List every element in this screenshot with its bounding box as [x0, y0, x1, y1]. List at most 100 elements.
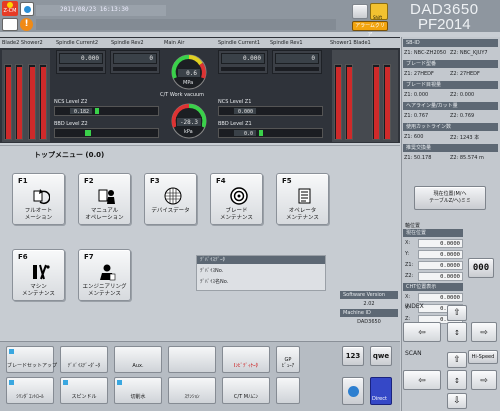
- blade2-bar: [4, 64, 12, 140]
- softkey-device-data[interactable]: ﾃﾞﾊﾞｲｽﾃﾞｰﾀﾞｰﾀ: [60, 346, 108, 373]
- softkey-blade-setup[interactable]: ブレードセットアップ: [6, 346, 57, 373]
- position-display-button[interactable]: 現在位置(M/ヘ テーブルZ/ヘ)ミミ: [414, 186, 486, 210]
- scan-up-button[interactable]: ⇧: [447, 352, 467, 368]
- softkey-gp-viewer[interactable]: GP ﾋﾞｭｰｱ: [276, 346, 300, 373]
- tile-f4-label: ブレード メンテナンス: [220, 208, 253, 221]
- softkey-7-label: ｼﾘﾝﾀﾞｺﾝﾄﾛｰﾙ: [16, 394, 44, 400]
- tile-device-data[interactable]: F3 デバイスデータ: [144, 173, 197, 225]
- count-z2: Z2: 1243 本: [450, 135, 480, 141]
- tile-f7-key: F7: [84, 253, 94, 261]
- spindle-rev1-header: Spindle Rev1: [270, 40, 303, 46]
- softkey-indicator[interactable]: Iﾝﾋﾞﾃﾞｨｹｰﾀ: [222, 346, 270, 373]
- softkey-ct-vacuum[interactable]: C/T Mﾉﾑﾆﾝ: [222, 377, 270, 404]
- tile-manual-operation[interactable]: F2 マニュアル オペレーション: [78, 173, 131, 225]
- hairline-z1: Z1: 0.767: [404, 113, 429, 119]
- index-left-button[interactable]: ⇦: [403, 322, 441, 342]
- blade-z2-id: Z2: NBC_KJUY7: [450, 50, 488, 56]
- refresh-cycle-icon: [33, 189, 50, 205]
- spindle-rev1-value: 0: [275, 53, 319, 64]
- blade1-bar-b: [383, 64, 391, 140]
- softkey-8-label: スピンドル: [71, 394, 97, 400]
- tile-f5-key: F5: [282, 177, 292, 185]
- index-up-button[interactable]: ⇧: [447, 305, 467, 321]
- scan-left-button[interactable]: ⇦: [403, 370, 441, 390]
- navigation-button[interactable]: [342, 377, 364, 405]
- softkey-spindle[interactable]: スピンドル: [60, 377, 108, 404]
- zcm-label: Z-CM: [3, 8, 17, 14]
- document-list-icon: [298, 188, 311, 204]
- tile-full-auto[interactable]: F1 フルオート メーション: [12, 173, 65, 225]
- tile-blade-maintenance[interactable]: F4 ブレード メンテナンス: [210, 173, 263, 225]
- index-right-button[interactable]: ⇨: [471, 322, 497, 342]
- shower1-header: Shower1 Blade1: [330, 40, 371, 46]
- zcm-badge[interactable]: Z-CM: [2, 1, 18, 16]
- tile-machine-maintenance[interactable]: F6 マシン メンテナンス: [12, 249, 65, 301]
- index-label: INDEX: [405, 303, 424, 310]
- warning-icon[interactable]: !: [20, 18, 33, 31]
- scan-right-button[interactable]: ⇨: [471, 370, 497, 390]
- blade-model-label: ブレード型番: [403, 60, 498, 68]
- bbd2-bar: [54, 128, 159, 138]
- cht-position-label: CHT位置表示: [403, 283, 463, 291]
- softkey-cutting-water[interactable]: 切削水: [114, 377, 162, 404]
- shift-button[interactable]: Shift: [370, 3, 388, 20]
- ncs2-bar: 0.182: [54, 106, 159, 116]
- operator-hand-icon: [98, 189, 115, 204]
- hi-speed-button[interactable]: Hi-Speed: [468, 350, 498, 364]
- scan-center-button[interactable]: ↕: [447, 370, 467, 390]
- blade-z1-id: Z1: NBC-ZH2050: [404, 50, 447, 56]
- tile-f1-label: フルオート メーション: [24, 208, 53, 221]
- ct-vacuum-label: C/T Work vacuum: [160, 92, 205, 98]
- spindle-rev2-header: Spindle Rev2: [111, 40, 144, 46]
- spindle-b-bar: [39, 64, 47, 140]
- scan-down-button[interactable]: ⇩: [447, 393, 467, 409]
- zcm-icon: [7, 2, 13, 8]
- spindle-current1-meter: 0.000: [218, 50, 268, 74]
- softkey-aux[interactable]: Aux.: [114, 346, 162, 373]
- softkey-5-label: Iﾝﾋﾞﾃﾞｨｹｰﾀ: [234, 363, 258, 369]
- bbd1-label: BBD Level Z1: [218, 121, 252, 127]
- life-z1: Z1: 50.178: [404, 155, 432, 161]
- pos-z2-value: 0.0000: [418, 272, 463, 281]
- softkey-blank-2[interactable]: [276, 377, 300, 404]
- header-mini-icon[interactable]: [2, 18, 18, 31]
- blade-z2-model: Z2: 27HEDF: [450, 71, 480, 77]
- wafer-grid-icon: [164, 187, 182, 205]
- softkey-blank[interactable]: [168, 346, 216, 373]
- ncs2-label: NCS Level Z2: [54, 99, 88, 105]
- spindle-rev1-meter: 0: [272, 50, 322, 74]
- shift-label: Shift: [373, 15, 383, 20]
- direct-button[interactable]: Direct: [370, 377, 392, 405]
- softkey-9-label: 切削水: [130, 394, 146, 400]
- app-icon[interactable]: [20, 2, 34, 16]
- current-position-label: 現在位置: [403, 229, 463, 237]
- indicator-icon: [63, 380, 68, 385]
- softkey-station[interactable]: ｽﾃﾝｼｮﾝ: [168, 377, 216, 404]
- machine-id-label: Machine ID: [340, 309, 398, 317]
- tile-engineering-maintenance[interactable]: F7 エンジニアリング メンテナンス: [78, 249, 131, 301]
- tile-f2-key: F2: [84, 177, 94, 185]
- unlock-button[interactable]: [352, 4, 368, 19]
- spindle-rev2-meter: 0: [110, 50, 160, 74]
- numeric-keypad-button[interactable]: 123: [342, 346, 364, 366]
- main-air-unit: MPa: [183, 80, 194, 86]
- shower1-bar-b: [345, 64, 353, 140]
- app-icon-glyph: [24, 6, 31, 13]
- ct-vacuum-value: -28.3: [176, 117, 202, 127]
- tools-icon: [33, 264, 50, 280]
- main-air-header: Main Air: [164, 40, 185, 46]
- tile-f7-label: エンジニアリング メンテナンス: [82, 284, 127, 297]
- tile-f6-label: マシン メンテナンス: [22, 284, 55, 297]
- counter-reset-button[interactable]: 000: [468, 258, 494, 278]
- softkey-cylinder-control[interactable]: ｼﾘﾝﾀﾞｺﾝﾄﾛｰﾙ: [6, 377, 54, 404]
- pos-z1-value: 0.0000: [418, 261, 463, 270]
- cut-z1: Z1: 0.000: [404, 92, 429, 98]
- qwerty-keyboard-button[interactable]: qwe: [370, 346, 392, 366]
- blade1-bar-a: [372, 64, 380, 140]
- spindle-current2-meter: 0.000: [56, 50, 106, 74]
- index-center-button[interactable]: ↕: [447, 322, 467, 342]
- alarm-clear-button[interactable]: アラームクリア: [352, 21, 388, 38]
- tile-operator-maintenance[interactable]: F5 オペレータ メンテナンス: [276, 173, 329, 225]
- bbd2-label: BBD Level Z2: [54, 121, 88, 127]
- softkey-11-label: C/T Mﾉﾑﾆﾝ: [233, 394, 259, 400]
